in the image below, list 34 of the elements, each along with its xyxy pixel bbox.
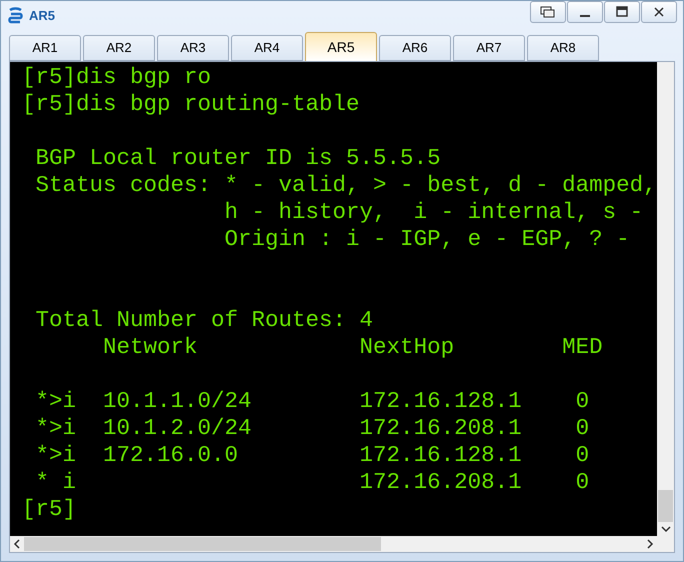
minimize-button[interactable] (567, 1, 603, 23)
scroll-thumb[interactable] (24, 537, 381, 551)
terminal-line: BGP Local router ID is 5.5.5.5 (34, 145, 441, 172)
vertical-scrollbar[interactable] (657, 62, 674, 536)
terminal-line: [r5] (22, 496, 76, 523)
terminal-line: [r5]dis bgp routing-table (22, 91, 360, 118)
terminal-line: Status codes: * - valid, > - best, d - damped, (34, 172, 657, 199)
terminal-line: *>i 10.1.2.0/24 172.16.208.1 0 (34, 415, 590, 442)
tab[interactable]: AR6 (379, 35, 451, 61)
horizontal-scrollbar[interactable] (10, 536, 674, 552)
terminal-line: *>i 172.16.0.0 172.16.128.1 0 (34, 442, 590, 469)
minimize-icon (580, 15, 590, 17)
tab[interactable]: AR3 (157, 35, 229, 61)
tab[interactable]: AR1 (9, 35, 81, 61)
scroll-thumb[interactable] (658, 490, 673, 522)
window-title: AR5 (29, 7, 56, 26)
restore-icon (540, 6, 556, 18)
maximize-icon (616, 6, 628, 18)
close-icon (654, 7, 664, 17)
maximize-button[interactable] (604, 1, 640, 23)
restore-button[interactable] (530, 1, 566, 23)
terminal-line: * i 172.16.208.1 0 (34, 469, 590, 496)
terminal-line: [r5]dis bgp ro (22, 64, 212, 91)
tab[interactable]: AR5 (305, 32, 377, 61)
terminal-line: Total Number of Routes: 4 (34, 307, 374, 334)
terminal-line: Origin : i - IGP, e - EGP, ? - (224, 226, 630, 253)
tab[interactable]: AR8 (527, 35, 599, 61)
terminal-line: h - history, i - internal, s - (224, 199, 644, 226)
close-button[interactable] (641, 1, 677, 23)
terminal-line: Network NextHop MED (102, 334, 603, 361)
terminal-line: *>i 10.1.1.0/24 172.16.128.1 0 (34, 388, 590, 415)
tab[interactable]: AR2 (83, 35, 155, 61)
tab[interactable]: AR7 (453, 35, 525, 61)
tab[interactable]: AR4 (231, 35, 303, 61)
